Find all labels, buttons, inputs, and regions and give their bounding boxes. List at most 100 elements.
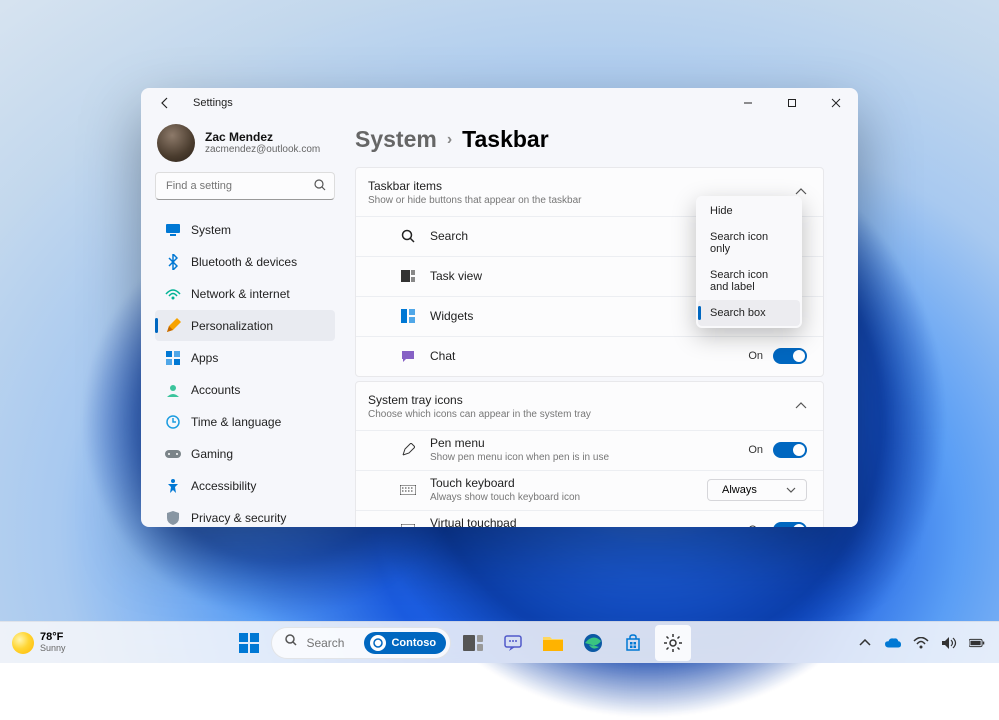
avatar: [157, 124, 195, 162]
minimize-button[interactable]: [726, 88, 770, 118]
accounts-icon: [165, 382, 181, 398]
settings-search[interactable]: [155, 172, 335, 200]
select-value: Always: [722, 484, 757, 496]
account-header[interactable]: Zac Mendez zacmendez@outlook.com: [155, 118, 335, 172]
section-title: Taskbar items: [368, 178, 581, 195]
row-pen[interactable]: Pen menu Show pen menu icon when pen is …: [356, 430, 823, 470]
nav-privacy[interactable]: Privacy & security: [155, 502, 335, 527]
nav-system[interactable]: System: [155, 214, 335, 245]
dropdown-item-icon-label[interactable]: Search icon and label: [698, 262, 800, 300]
weather-widget[interactable]: 78°F Sunny: [12, 632, 66, 654]
row-chat[interactable]: Chat On: [356, 336, 823, 376]
breadcrumb-current: Taskbar: [462, 126, 549, 153]
user-email: zacmendez@outlook.com: [205, 144, 320, 156]
contoso-label: Contoso: [391, 637, 436, 649]
apps-icon: [165, 350, 181, 366]
search-icon: [313, 178, 327, 197]
user-name: Zac Mendez: [205, 130, 320, 144]
battery-icon[interactable]: [969, 635, 985, 651]
section-title: System tray icons: [368, 392, 591, 409]
wifi-icon[interactable]: [913, 635, 929, 651]
nav-accessibility[interactable]: Accessibility: [155, 470, 335, 501]
keyboard-select[interactable]: Always: [707, 479, 807, 501]
search-icon: [400, 228, 416, 244]
edge-button[interactable]: [575, 625, 611, 661]
dropdown-item-hide[interactable]: Hide: [698, 198, 800, 224]
taskview-button[interactable]: [455, 625, 491, 661]
sun-icon: [12, 632, 34, 654]
nav-network[interactable]: Network & internet: [155, 278, 335, 309]
breadcrumb-parent[interactable]: System: [355, 126, 437, 153]
row-label: Pen menu: [430, 436, 609, 452]
row-label: Chat: [430, 349, 455, 363]
weather-temp: 78°F: [40, 632, 66, 644]
accessibility-icon: [165, 478, 181, 494]
chat-button[interactable]: [495, 625, 531, 661]
row-touchpad[interactable]: Virtual touchpad Always show virtual tou…: [356, 510, 823, 527]
breadcrumb: System › Taskbar: [355, 126, 824, 153]
onedrive-icon[interactable]: [885, 635, 901, 651]
tray-overflow-icon[interactable]: [857, 635, 873, 651]
nav-list: System Bluetooth & devices Network & int…: [155, 214, 335, 527]
nav-gaming[interactable]: Gaming: [155, 438, 335, 469]
store-button[interactable]: [615, 625, 651, 661]
section-subtitle: Choose which icons can appear in the sys…: [368, 409, 591, 420]
contoso-badge[interactable]: Contoso: [364, 632, 446, 654]
back-button[interactable]: [151, 88, 181, 118]
taskbar-search-input[interactable]: [306, 636, 356, 650]
chevron-down-icon: [786, 484, 796, 496]
nav-label: System: [191, 223, 231, 237]
bluetooth-icon: [165, 254, 181, 270]
taskview-icon: [400, 268, 416, 284]
row-label: Widgets: [430, 309, 473, 323]
dropdown-item-box[interactable]: Search box: [698, 300, 800, 326]
row-label: Touch keyboard: [430, 476, 580, 492]
search-input[interactable]: [155, 172, 335, 200]
nav-label: Personalization: [191, 319, 273, 333]
dropdown-item-icon-only[interactable]: Search icon only: [698, 224, 800, 262]
titlebar: Settings: [141, 88, 858, 118]
nav-time[interactable]: Time & language: [155, 406, 335, 437]
nav-accounts[interactable]: Accounts: [155, 374, 335, 405]
keyboard-icon: [400, 482, 416, 498]
explorer-button[interactable]: [535, 625, 571, 661]
row-sublabel: Always show touch keyboard icon: [430, 491, 580, 504]
privacy-icon: [165, 510, 181, 526]
network-icon: [165, 286, 181, 302]
touchpad-toggle[interactable]: [773, 522, 807, 527]
row-label: Virtual touchpad: [430, 516, 582, 527]
settings-window: Settings Zac Mendez zacmendez@outlook.co…: [141, 88, 858, 527]
maximize-button[interactable]: [770, 88, 814, 118]
windows-taskbar: 78°F Sunny Contoso: [0, 621, 999, 663]
section-subtitle: Show or hide buttons that appear on the …: [368, 195, 581, 206]
volume-icon[interactable]: [941, 635, 957, 651]
weather-condition: Sunny: [40, 644, 66, 653]
nav-label: Accessibility: [191, 479, 256, 493]
nav-label: Accounts: [191, 383, 240, 397]
row-sublabel: Show pen menu icon when pen is in use: [430, 451, 609, 464]
nav-label: Gaming: [191, 447, 233, 461]
nav-label: Apps: [191, 351, 218, 365]
sidebar: Zac Mendez zacmendez@outlook.com System …: [141, 118, 341, 527]
toggle-state: On: [748, 524, 763, 527]
pen-icon: [400, 442, 416, 458]
nav-personalization[interactable]: Personalization: [155, 310, 335, 341]
chat-toggle[interactable]: [773, 348, 807, 364]
system-icon: [165, 222, 181, 238]
gaming-icon: [165, 446, 181, 462]
system-tray-header[interactable]: System tray icons Choose which icons can…: [356, 382, 823, 430]
row-keyboard[interactable]: Touch keyboard Always show touch keyboar…: [356, 470, 823, 510]
contoso-icon: [370, 635, 386, 651]
close-button[interactable]: [814, 88, 858, 118]
nav-label: Bluetooth & devices: [191, 255, 297, 269]
nav-label: Privacy & security: [191, 511, 286, 525]
settings-button[interactable]: [655, 625, 691, 661]
widgets-icon: [400, 308, 416, 324]
nav-label: Time & language: [191, 415, 281, 429]
nav-apps[interactable]: Apps: [155, 342, 335, 373]
row-label: Search: [430, 229, 468, 243]
nav-bluetooth[interactable]: Bluetooth & devices: [155, 246, 335, 277]
start-button[interactable]: [231, 625, 267, 661]
pen-toggle[interactable]: [773, 442, 807, 458]
taskbar-search[interactable]: Contoso: [271, 627, 451, 659]
